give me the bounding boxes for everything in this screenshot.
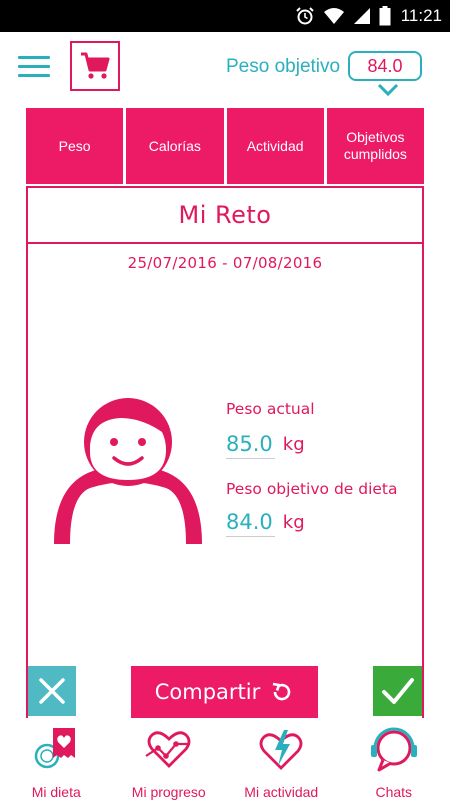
nav-mi-dieta[interactable]: Mi dieta bbox=[0, 718, 113, 800]
nav-chats[interactable]: Chats bbox=[338, 718, 450, 800]
nav-label-mi-dieta: Mi dieta bbox=[31, 784, 81, 800]
bottom-navigation: Mi dieta Mi progreso Mi actividad Chats bbox=[0, 718, 450, 800]
close-icon bbox=[39, 678, 65, 704]
current-weight-unit: kg bbox=[282, 434, 305, 455]
tab-bar: Peso Calorías Actividad Objetivos cumpli… bbox=[26, 108, 424, 184]
tab-objetivos-cumplidos[interactable]: Objetivos cumplidos bbox=[326, 108, 424, 184]
share-button[interactable]: Compartir bbox=[131, 666, 318, 718]
progress-icon bbox=[145, 731, 191, 768]
chevron-down-icon[interactable] bbox=[377, 83, 399, 97]
avatar-icon bbox=[54, 398, 202, 544]
chat-icon bbox=[370, 727, 417, 772]
menu-button[interactable] bbox=[18, 56, 50, 78]
hamburger-line bbox=[18, 65, 50, 68]
refresh-icon bbox=[273, 682, 291, 701]
nav-label-mi-actividad: Mi actividad bbox=[244, 784, 319, 800]
nav-label-mi-progreso: Mi progreso bbox=[131, 784, 206, 800]
signal-icon bbox=[353, 8, 370, 24]
nav-label-chats: Chats bbox=[375, 784, 413, 800]
diet-target-label: Peso objetivo de dieta bbox=[226, 480, 398, 498]
diet-target-unit: kg bbox=[282, 512, 305, 533]
alarm-icon bbox=[296, 7, 314, 25]
share-button-label: Compartir bbox=[154, 680, 261, 704]
card-title: Mi Reto bbox=[28, 188, 422, 244]
status-time: 11:21 bbox=[400, 6, 442, 25]
hamburger-icon bbox=[18, 56, 50, 59]
tab-calorias[interactable]: Calorías bbox=[126, 108, 224, 184]
target-weight-label: Peso objetivo bbox=[226, 56, 341, 77]
tab-peso[interactable]: Peso bbox=[26, 108, 124, 184]
challenge-card: Mi Reto 25/07/2016 - 07/08/2016 Peso act… bbox=[26, 186, 424, 718]
check-icon bbox=[381, 678, 414, 704]
activity-icon bbox=[259, 730, 303, 770]
nav-mi-actividad[interactable]: Mi actividad bbox=[225, 718, 338, 800]
battery-icon bbox=[379, 6, 391, 26]
cancel-button[interactable] bbox=[28, 666, 76, 716]
status-bar: 11:21 bbox=[0, 0, 450, 32]
cart-icon bbox=[81, 52, 110, 79]
diet-target-field[interactable]: 84.0 kg bbox=[226, 510, 305, 537]
target-weight-selector[interactable]: 84.0 bbox=[348, 51, 422, 81]
current-weight-field[interactable]: 85.0 kg bbox=[226, 432, 305, 459]
status-icons: 11:21 bbox=[295, 0, 442, 32]
wifi-icon bbox=[323, 8, 344, 24]
current-weight-value[interactable]: 85.0 bbox=[226, 432, 275, 459]
diet-target-value[interactable]: 84.0 bbox=[226, 510, 275, 537]
cart-button[interactable] bbox=[70, 41, 120, 91]
hamburger-line bbox=[18, 74, 50, 77]
date-range: 25/07/2016 - 07/08/2016 bbox=[127, 254, 323, 272]
diet-icon bbox=[35, 728, 76, 769]
confirm-button[interactable] bbox=[373, 666, 422, 716]
current-weight-label: Peso actual bbox=[226, 400, 315, 418]
top-bar: Peso objetivo 84.0 bbox=[0, 32, 450, 104]
tab-actividad[interactable]: Actividad bbox=[226, 108, 324, 184]
nav-mi-progreso[interactable]: Mi progreso bbox=[113, 718, 226, 800]
